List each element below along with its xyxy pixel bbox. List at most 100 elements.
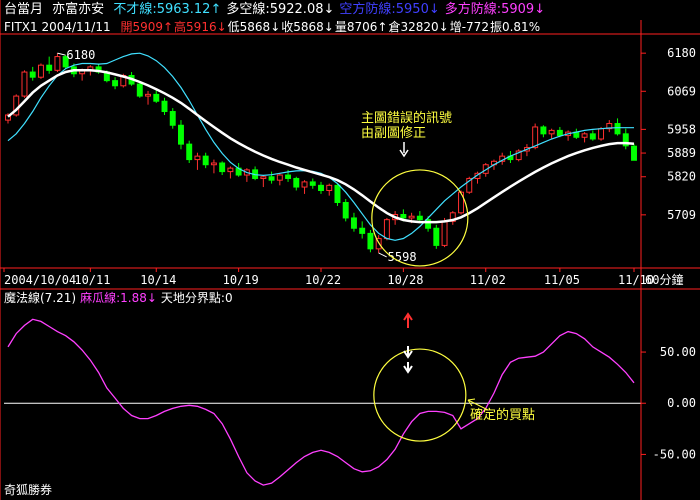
candle-body: [145, 93, 151, 97]
sub-ytick-label: -50.00: [653, 447, 696, 461]
candle-body: [219, 162, 226, 173]
candle-body: [194, 155, 201, 161]
candle-body: [21, 71, 28, 97]
indicator-value-0: 不才線:5963.12↑: [113, 2, 222, 17]
quote-value-3: 收5868↓: [281, 20, 334, 34]
main-ytick-label: 5958: [667, 122, 696, 136]
candle-body: [589, 133, 596, 140]
candle-body: [161, 100, 168, 113]
candle-body: [631, 145, 637, 161]
candle-body: [136, 83, 143, 97]
oscillator-value-2: 天地分界點:0: [160, 291, 233, 305]
annotation-layer: 61805598主圖錯誤的訊號由副圖修正確定的買點: [57, 48, 535, 442]
strategy-name: 亦富亦安: [52, 2, 105, 17]
indicator-value-2: 空方防線:5950↓: [339, 2, 440, 17]
highlight-circle-sub: [373, 348, 467, 442]
quote-value-6: 增-772: [449, 20, 489, 34]
candle-body: [112, 80, 119, 87]
arrow-down-icon: [399, 142, 409, 158]
quote-value-7: 振0.81%: [489, 20, 541, 34]
date-tick-label: 11/02: [470, 273, 506, 287]
candle-body: [268, 176, 275, 181]
candle-body: [169, 111, 176, 126]
candle-body: [581, 133, 588, 138]
main-ytick-label: 5889: [667, 146, 696, 160]
contract-title: 台當月: [4, 2, 44, 17]
candle-body: [202, 155, 209, 166]
indicator-value-1: 多空線:5922.08↓: [226, 2, 335, 17]
candle-body: [37, 64, 44, 78]
main-ytick-label: 6180: [667, 46, 696, 60]
candle-body: [260, 176, 267, 179]
candle-body: [359, 227, 366, 234]
ma-line: [7, 69, 635, 224]
candle-body: [416, 215, 423, 221]
main-ytick-label: 6069: [667, 84, 696, 98]
candle-body: [153, 93, 160, 102]
indicator-value-3: 多方防線:5909↓: [444, 2, 546, 17]
candle-body: [383, 219, 390, 240]
candle-body: [285, 174, 292, 179]
date-tick-label: 2004/10/04: [4, 273, 76, 287]
brand-label: 奇狐勝券: [4, 483, 53, 497]
oscillator-value-0: 魔法線(7.21): [4, 291, 77, 305]
oscillator-chart: [4, 318, 641, 486]
candle-body: [540, 126, 547, 135]
candle-body: [46, 64, 53, 71]
quote-value-4: 量8706↑: [334, 20, 388, 34]
sub-ytick-label: 50.00: [660, 345, 696, 359]
candle-body: [532, 126, 539, 149]
period-label: 60分鐘: [645, 272, 683, 287]
candle-body: [350, 217, 357, 229]
arrow-down-icon: [403, 362, 413, 374]
quote-row: FITX1 2004/11/11 開5909↑高5916↓低5868↓收5868…: [4, 19, 542, 35]
candle-body: [334, 184, 341, 203]
candle-body: [408, 215, 415, 219]
date-tick-label: 10/22: [305, 273, 341, 287]
date-tick-label: 11/05: [544, 273, 580, 287]
candle-body: [342, 201, 349, 219]
candle-body: [227, 167, 234, 173]
candle-body: [326, 184, 333, 191]
oscillator-line: [7, 318, 635, 486]
date-tick-label: 10/19: [223, 273, 259, 287]
arrow-up-icon: [403, 312, 413, 328]
candle-body: [186, 143, 193, 161]
quote-value-0: 開5909↑: [120, 20, 174, 34]
candle-body: [367, 232, 374, 250]
symbol-date: FITX1 2004/11/11: [4, 20, 111, 34]
candle-body: [318, 184, 324, 191]
annotation-main-text: 主圖錯誤的訊號: [361, 110, 452, 126]
price-label-leader: [378, 252, 387, 258]
candle-body: [433, 227, 440, 246]
price-label: 6180: [66, 48, 95, 62]
candle-body: [548, 129, 555, 135]
candle-body: [54, 56, 61, 71]
oscillator-header: 魔法線(7.21) 麻瓜線:1.88↓ 天地分界點:0: [4, 290, 241, 306]
candle-body: [178, 124, 184, 145]
candle-body: [276, 174, 283, 181]
candle-body: [441, 220, 448, 246]
date-tick-label: 10/28: [387, 273, 423, 287]
annotation-main-text: 由副圖修正: [361, 126, 426, 141]
indicator-header: 台當月 亦富亦安 不才線:5963.12↑ 多空線:5922.08↓ 空方防線:59…: [4, 0, 555, 20]
price-label-leader: [57, 52, 66, 56]
chart-canvas: 6180 6069 5958 5889 5820 5709 2004/10/0410/11 1…: [0, 0, 700, 500]
candle-body: [301, 181, 308, 188]
date-tick-label: 10/14: [140, 273, 176, 287]
arrow-down-icon: [403, 346, 413, 359]
candle-body: [556, 129, 563, 137]
candle-body: [598, 128, 605, 140]
quote-value-5: 倉32820↓: [388, 20, 449, 34]
quote-value-1: 高5916↓: [174, 20, 227, 34]
candle-body: [614, 123, 621, 135]
candle-body: [309, 181, 316, 186]
date-tick-label: 10/11: [74, 273, 110, 287]
band-line: [7, 52, 634, 241]
candle-body: [210, 162, 217, 166]
main-price-chart: [5, 52, 637, 253]
candle-body: [29, 71, 36, 78]
oscillator-value-1: 麻瓜線:1.88↓: [80, 291, 157, 305]
candle-body: [400, 214, 407, 219]
main-ytick-label: 5709: [667, 208, 696, 222]
